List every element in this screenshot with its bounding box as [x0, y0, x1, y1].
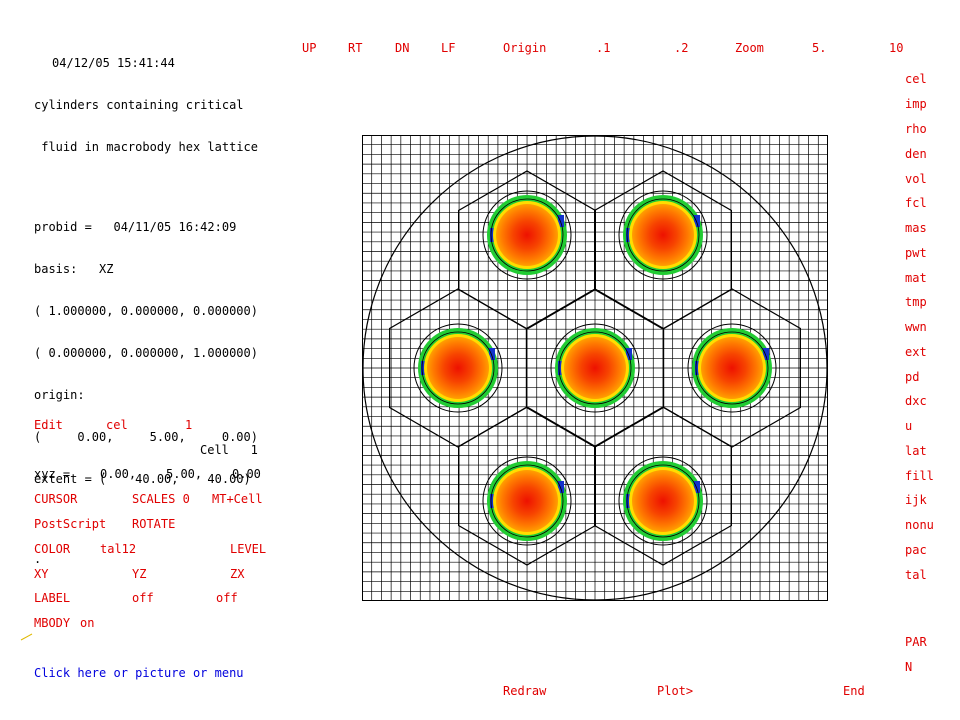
menu-wwn[interactable]: wwn — [905, 320, 927, 334]
fuel-core — [701, 337, 763, 399]
menu-cel[interactable]: cel — [905, 72, 927, 86]
menu-den[interactable]: den — [905, 147, 927, 161]
menu-rt[interactable]: RT — [348, 41, 362, 55]
menu-n[interactable]: N — [905, 660, 912, 674]
xy-button[interactable]: XY — [34, 567, 48, 581]
menu-fcl[interactable]: fcl — [905, 196, 927, 210]
redraw-button[interactable]: Redraw — [503, 684, 546, 698]
fuel-core — [496, 204, 558, 266]
fuel-core — [496, 470, 558, 532]
yz-button[interactable]: YZ — [132, 567, 146, 581]
color-button[interactable]: COLOR — [34, 542, 70, 556]
end-button[interactable]: End — [843, 684, 865, 698]
edit-param[interactable]: cel — [106, 418, 128, 432]
menu-nonu[interactable]: nonu — [905, 518, 934, 532]
title-line-1: cylinders containing critical — [34, 98, 244, 112]
menu-zoom[interactable]: Zoom — [735, 41, 764, 55]
geometry-plot[interactable] — [362, 135, 828, 601]
menu-zoom-5[interactable]: 5. — [812, 41, 826, 55]
color-value[interactable]: tal12 — [100, 542, 136, 556]
mbody-button[interactable]: MBODY — [34, 616, 70, 630]
mbody-value[interactable]: on — [80, 616, 94, 630]
plot-button[interactable]: Plot> — [657, 684, 693, 698]
title-line-2: fluid in macrobody hex lattice — [34, 140, 258, 154]
cell-readout: Cell 1 — [200, 443, 258, 457]
geometry-plot-svg[interactable] — [362, 135, 828, 601]
menu-ijk[interactable]: ijk — [905, 493, 927, 507]
fuel-core — [632, 204, 694, 266]
menu-imp[interactable]: imp — [905, 97, 927, 111]
menu-ext[interactable]: ext — [905, 345, 927, 359]
zx-button[interactable]: ZX — [230, 567, 244, 581]
top-menu: UP RT DN LF Origin .1 .2 Zoom 5. 10 — [0, 41, 960, 55]
mt-cell-button[interactable]: MT+Cell — [212, 492, 263, 506]
xyz-z: 0.00 — [232, 467, 261, 481]
menu-pd[interactable]: pd — [905, 370, 919, 384]
menu-par[interactable]: PAR — [905, 635, 927, 649]
menu-lf[interactable]: LF — [441, 41, 455, 55]
rotate-button[interactable]: ROTATE — [132, 517, 175, 531]
fuel-core — [564, 337, 626, 399]
menu-fill[interactable]: fill — [905, 469, 934, 483]
xyz-x: 0.00, — [100, 467, 137, 481]
menu-rho[interactable]: rho — [905, 122, 927, 136]
menu-tmp[interactable]: tmp — [905, 295, 927, 309]
fuel-core — [427, 337, 489, 399]
menu-dxc[interactable]: dxc — [905, 394, 927, 408]
origin-values: ( 0.00, 5.00, 0.00) — [34, 430, 258, 444]
cursor-button[interactable]: CURSOR — [34, 492, 77, 506]
timestamp: 04/12/05 15:41:44 — [52, 56, 175, 70]
fuel-cylinder — [413, 323, 503, 413]
basis-vector-2: ( 0.000000, 0.000000, 1.000000) — [34, 346, 258, 360]
pointer-mark — [20, 633, 33, 641]
fuel-core — [632, 470, 694, 532]
menu-lat[interactable]: lat — [905, 444, 927, 458]
probid: probid = 04/11/05 16:42:09 — [34, 220, 237, 234]
menu-mas[interactable]: mas — [905, 221, 927, 235]
menu-mat[interactable]: mat — [905, 271, 927, 285]
level-button[interactable]: LEVEL — [230, 542, 266, 556]
menu-u[interactable]: u — [905, 419, 912, 433]
xyz-label: xyz = — [34, 467, 71, 481]
label-button[interactable]: LABEL — [34, 591, 70, 605]
label-value-1[interactable]: off — [132, 591, 154, 605]
fuel-cylinder — [482, 456, 572, 546]
menu-dn[interactable]: DN — [395, 41, 409, 55]
fuel-cylinder — [687, 323, 777, 413]
menu-tal[interactable]: tal — [905, 568, 927, 582]
menu-vol[interactable]: vol — [905, 172, 927, 186]
menu-pwt[interactable]: pwt — [905, 246, 927, 260]
edit-value[interactable]: 1 — [185, 418, 192, 432]
menu-pac[interactable]: pac — [905, 543, 927, 557]
menu-up[interactable]: UP — [302, 41, 316, 55]
menu-zoom-10[interactable]: 10 — [889, 41, 903, 55]
fuel-cylinder — [618, 456, 708, 546]
origin-label: origin: — [34, 388, 85, 402]
menu-origin[interactable]: Origin — [503, 41, 546, 55]
basis: basis: XZ — [34, 262, 114, 276]
menu-zoom-02[interactable]: .2 — [674, 41, 688, 55]
menu-zoom-01[interactable]: .1 — [596, 41, 610, 55]
basis-vector-1: ( 1.000000, 0.000000, 0.000000) — [34, 304, 258, 318]
fuel-cylinder — [482, 190, 572, 280]
click-hint[interactable]: Click here or picture or menu — [34, 666, 244, 680]
edit-button[interactable]: Edit — [34, 418, 63, 432]
scales-button[interactable]: SCALES 0 — [132, 492, 190, 506]
label-value-2[interactable]: off — [216, 591, 238, 605]
postscript-button[interactable]: PostScript — [34, 517, 106, 531]
fuel-cylinder — [618, 190, 708, 280]
xyz-y: 5.00, — [166, 467, 203, 481]
fuel-cylinder — [550, 323, 640, 413]
bottom-menu: Redraw Plot> End — [0, 684, 960, 698]
